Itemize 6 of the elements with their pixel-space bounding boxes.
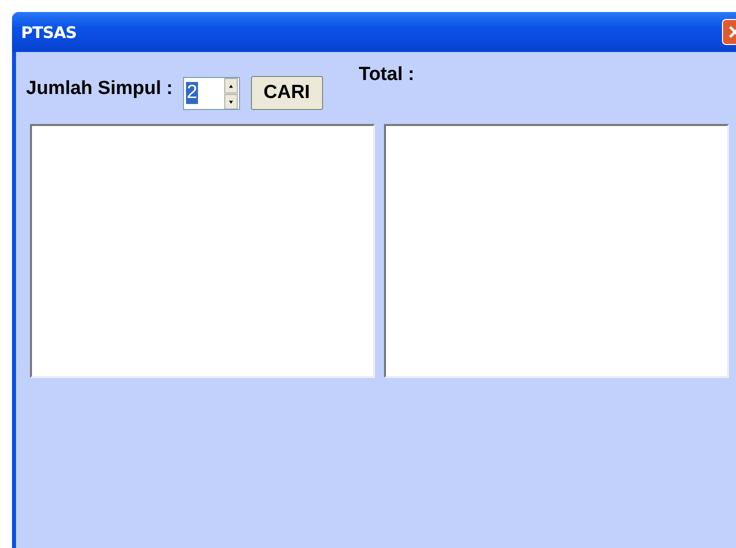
- spinner-label: Jumlah Simpul :: [26, 78, 173, 100]
- search-button[interactable]: CARI: [250, 76, 323, 110]
- number-spinner[interactable]: 2: [182, 77, 240, 110]
- window-title: PTSAS: [20, 22, 77, 42]
- total-label: Total :: [358, 64, 414, 86]
- spinner-value: 2: [186, 82, 198, 104]
